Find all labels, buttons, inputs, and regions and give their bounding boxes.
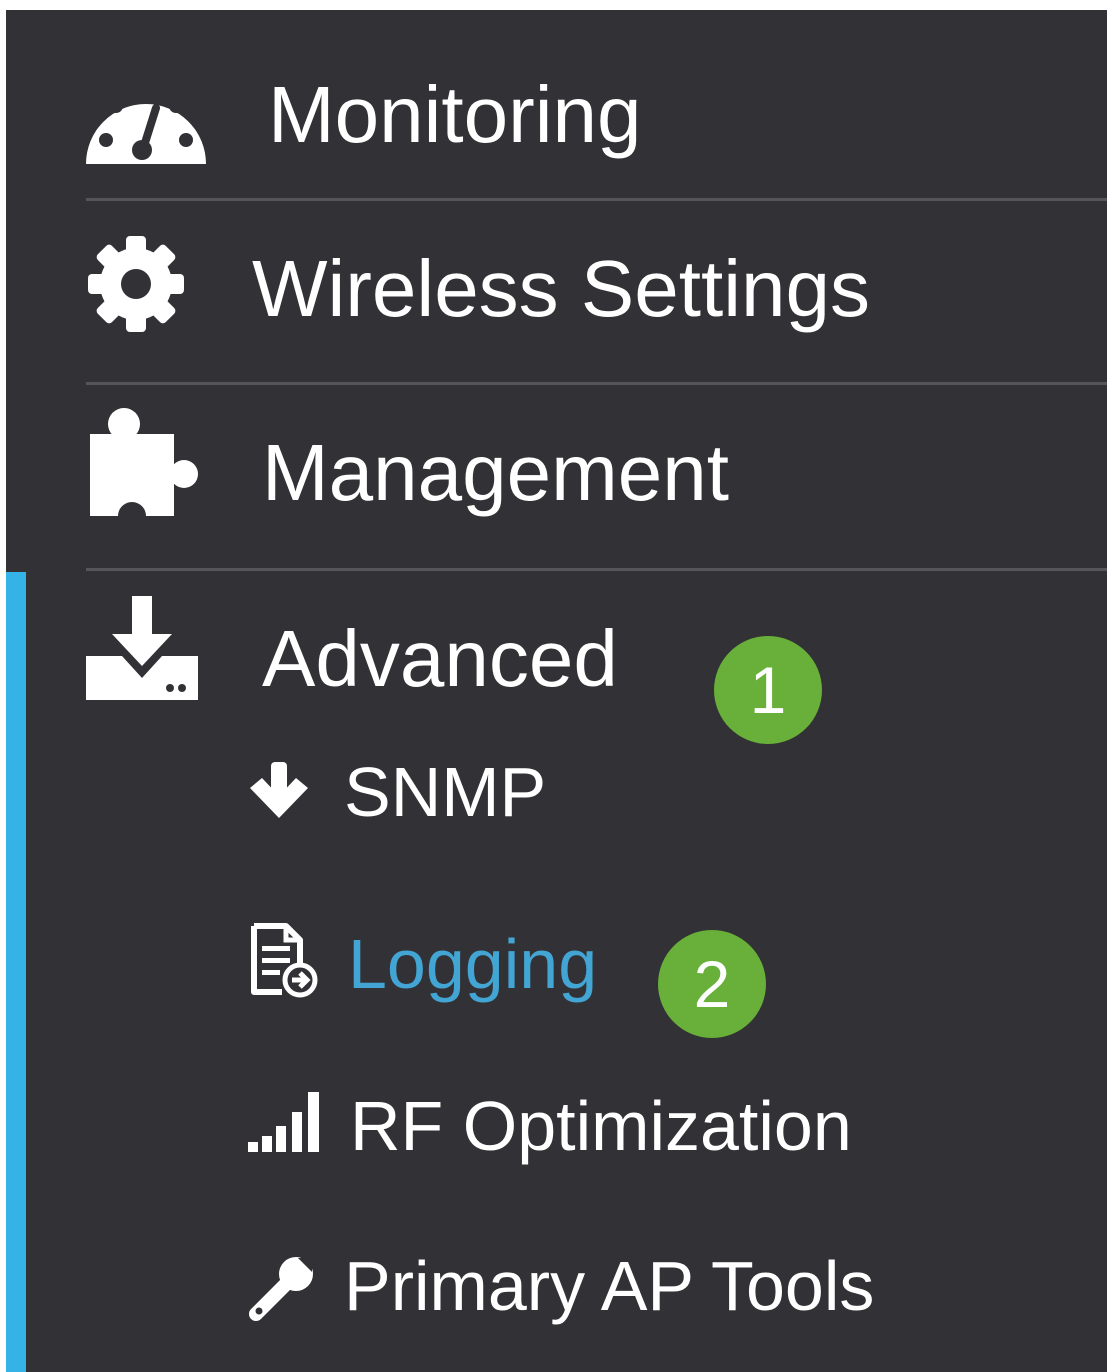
submenu-item-rf-optimization[interactable]: RF Optimization xyxy=(6,1078,1107,1178)
gear-icon xyxy=(88,236,184,332)
menu-label-management: Management xyxy=(262,428,729,517)
menu-item-wireless-settings[interactable]: Wireless Settings xyxy=(6,224,1107,374)
step-badge: 2 xyxy=(658,930,766,1038)
menu-divider xyxy=(86,382,1107,385)
menu-label-advanced: Advanced xyxy=(262,614,618,703)
submenu-item-snmp[interactable]: SNMP xyxy=(6,748,1107,848)
dashboard-gauge-icon xyxy=(86,85,206,164)
submenu-label-rf-optimization: RF Optimization xyxy=(350,1087,852,1165)
menu-item-management[interactable]: Management xyxy=(6,406,1107,556)
document-log-icon xyxy=(251,923,318,998)
step-badge: 1 xyxy=(714,636,822,744)
menu-divider xyxy=(86,198,1107,201)
menu-label-monitoring: Monitoring xyxy=(268,70,642,159)
submenu-label-snmp: SNMP xyxy=(344,753,547,831)
submenu-label-logging: Logging xyxy=(348,925,598,1003)
submenu-item-primary-ap-tools[interactable]: Primary AP Tools xyxy=(6,1240,1107,1340)
submenu-item-logging[interactable]: Logging 2 xyxy=(6,912,1107,1038)
wrench-icon xyxy=(249,1252,318,1321)
navigation-sidebar: Monitoring Wireless Settings Management … xyxy=(6,10,1107,1372)
signal-bars-icon xyxy=(248,1092,319,1152)
menu-item-monitoring[interactable]: Monitoring xyxy=(6,60,1107,180)
menu-divider xyxy=(86,568,1107,571)
menu-item-advanced[interactable]: Advanced 1 xyxy=(6,594,1107,744)
arrow-down-icon xyxy=(250,762,308,818)
download-tray-icon xyxy=(86,596,198,700)
puzzle-piece-icon xyxy=(90,408,198,520)
menu-label-wireless-settings: Wireless Settings xyxy=(252,244,870,333)
submenu-label-primary-ap-tools: Primary AP Tools xyxy=(344,1247,875,1325)
